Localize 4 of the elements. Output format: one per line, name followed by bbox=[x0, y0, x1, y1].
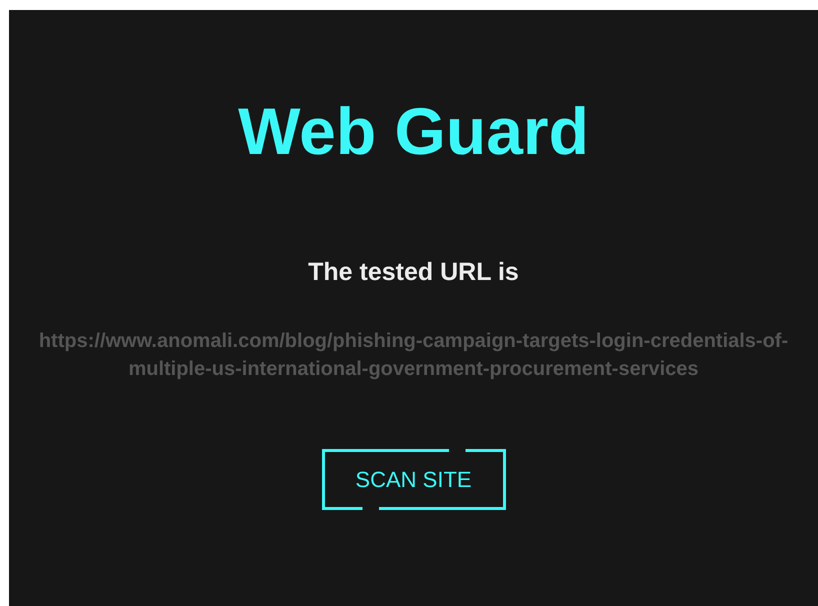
subtitle: The tested URL is bbox=[308, 257, 519, 287]
app-title: Web Guard bbox=[238, 93, 589, 170]
tested-url: https://www.anomali.com/blog/phishing-campaign-targets-login-credentials-of-multiple-us-international-government-procurement-services bbox=[38, 329, 790, 382]
scan-site-button[interactable]: SCAN SITE bbox=[322, 449, 506, 510]
